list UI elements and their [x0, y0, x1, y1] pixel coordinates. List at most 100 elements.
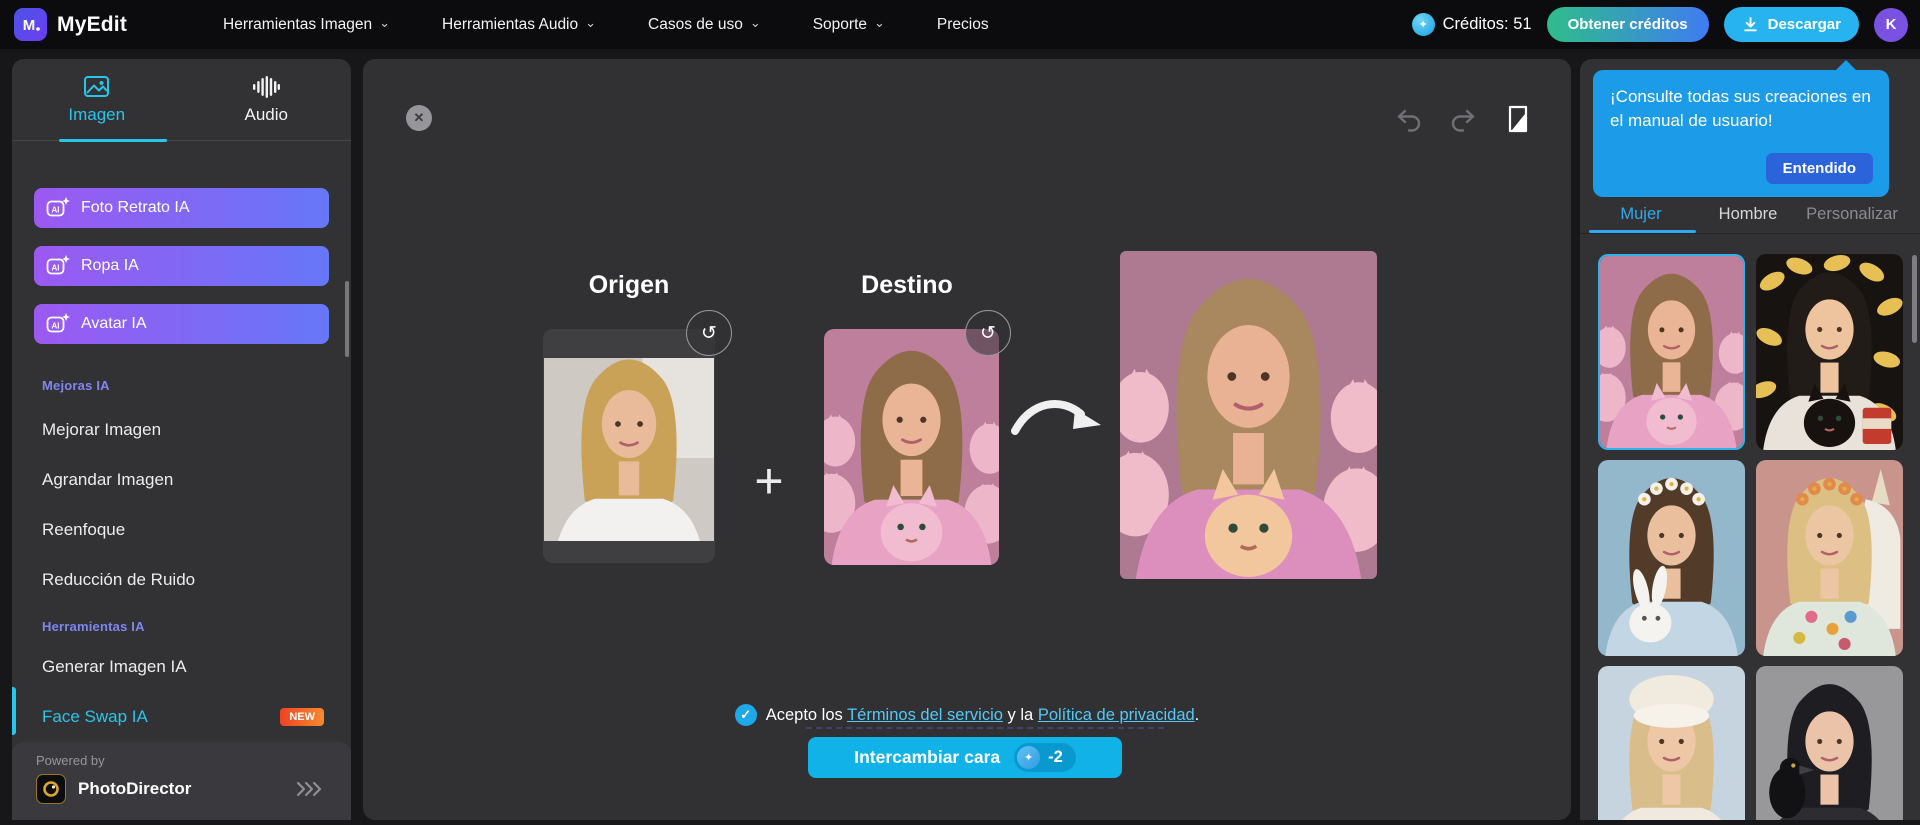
- tab-personalizar[interactable]: Personalizar: [1802, 205, 1902, 224]
- reset-source-icon[interactable]: ↺: [686, 310, 732, 356]
- foto-retrato-ia-button[interactable]: AI Foto Retrato IA: [34, 188, 329, 228]
- reset-target-icon[interactable]: ↺: [965, 310, 1011, 356]
- active-item-indicator: [12, 687, 16, 735]
- template-thumbnail[interactable]: [1598, 460, 1745, 656]
- template-thumbnail[interactable]: [1756, 666, 1903, 820]
- result-arrow-icon: [1011, 400, 1101, 435]
- myedit-app: M MyEdit Herramientas Imagen ⌄ Herramien…: [0, 0, 1920, 825]
- terms-link[interactable]: Términos del servicio: [847, 706, 1003, 724]
- sidebar-item-face-swap-ia[interactable]: Face Swap IA NEW: [12, 692, 351, 742]
- redo-icon[interactable]: [1449, 107, 1477, 135]
- menu-casos-de-uso[interactable]: Casos de uso ⌄: [648, 16, 761, 34]
- sidebar-item-generar-imagen-ia[interactable]: Generar Imagen IA: [12, 642, 351, 692]
- credit-cost: -2: [1048, 748, 1063, 766]
- tab-audio-label: Audio: [244, 104, 288, 124]
- section-mejoras-ia: Mejoras IA: [42, 378, 110, 393]
- templates-scrollbar[interactable]: [1912, 255, 1917, 343]
- user-avatar[interactable]: K: [1874, 7, 1908, 42]
- herramientas-list: Generar Imagen IA Face Swap IA NEW: [12, 642, 351, 742]
- audio-waveform-icon: [253, 75, 281, 98]
- compare-icon[interactable]: [1503, 104, 1533, 134]
- download-button[interactable]: Descargar: [1723, 7, 1859, 42]
- navbar-right: ✦ Créditos: 51 Obtener créditos Descarga…: [1411, 7, 1908, 42]
- main-menu: Herramientas Imagen ⌄ Herramientas Audio…: [223, 16, 989, 34]
- entendido-button[interactable]: Entendido: [1765, 153, 1873, 184]
- consent-text: Acepto los Términos del servicio y la Po…: [765, 705, 1200, 724]
- plus-icon: +: [754, 453, 784, 509]
- source-image-card[interactable]: [543, 329, 715, 563]
- swap-face-button[interactable]: Intercambiar cara ✦ -2: [808, 737, 1122, 778]
- tooltip-text: ¡Consulte todas sus creaciones en el man…: [1610, 87, 1871, 131]
- chevron-down-icon: ⌄: [585, 15, 597, 30]
- result-image: [1120, 251, 1377, 579]
- svg-text:AI: AI: [52, 322, 60, 331]
- user-manual-tooltip: ¡Consulte todas sus creaciones en el man…: [1593, 60, 1889, 197]
- template-thumbnail[interactable]: [1756, 460, 1903, 656]
- mejoras-list: Mejorar Imagen Agrandar Imagen Reenfoque…: [12, 405, 351, 605]
- top-navbar: M MyEdit Herramientas Imagen ⌄ Herramien…: [0, 0, 1920, 49]
- credit-gem-icon: ✦: [1411, 13, 1435, 36]
- svg-text:AI: AI: [52, 206, 60, 215]
- tab-hombre[interactable]: Hombre: [1708, 205, 1788, 224]
- sidebar-item-mejorar-imagen[interactable]: Mejorar Imagen: [12, 405, 351, 455]
- svg-text:AI: AI: [52, 264, 60, 273]
- sidebar-item-reduccion-ruido[interactable]: Reducción de Ruido: [12, 555, 351, 605]
- menu-precios[interactable]: Precios: [937, 16, 989, 34]
- photodirector-link[interactable]: PhotoDirector: [36, 774, 327, 804]
- chevron-down-icon: ⌄: [874, 15, 885, 30]
- ai-badge-icon: AI: [46, 197, 70, 217]
- credits-status: ✦ Créditos: 51: [1411, 13, 1532, 36]
- avatar-ia-button[interactable]: AI Avatar IA: [34, 304, 329, 344]
- photodirector-name: PhotoDirector: [78, 779, 192, 798]
- template-thumbnail[interactable]: [1598, 666, 1745, 820]
- myedit-logo-icon: M: [14, 8, 47, 41]
- sidebar-item-agrandar-imagen[interactable]: Agrandar Imagen: [12, 455, 351, 505]
- close-icon[interactable]: ✕: [406, 105, 432, 131]
- consent-checkbox[interactable]: ✓: [734, 704, 757, 726]
- chevron-down-icon: ⌄: [379, 15, 390, 30]
- tab-imagen-label: Imagen: [68, 104, 126, 124]
- menu-herramientas-imagen[interactable]: Herramientas Imagen ⌄: [223, 16, 390, 34]
- credit-cost-chip: ✦ -2: [1014, 743, 1076, 772]
- editor-canvas: ✕ Origen Destino ↺ + ↺ ✓ Acepto los Térm…: [363, 59, 1571, 820]
- consent-row: ✓ Acepto los Términos del servicio y la …: [363, 704, 1571, 726]
- templates-panel: Mujer Hombre Personalizar ¡Consulte toda…: [1580, 59, 1920, 820]
- source-image: [544, 358, 714, 541]
- sidebar-scrollbar[interactable]: [345, 281, 349, 357]
- brand[interactable]: M MyEdit: [14, 8, 127, 41]
- template-thumbnail[interactable]: [1756, 254, 1903, 450]
- template-grid: [1598, 254, 1904, 820]
- sidebar-tabs: Imagen Audio: [12, 59, 352, 142]
- ai-badge-icon: AI: [46, 313, 70, 333]
- powered-by-label: Powered by: [36, 753, 105, 768]
- left-sidebar: Imagen Audio AI Foto Retrato IA AI Ropa …: [12, 59, 351, 820]
- powered-by-section: Powered by PhotoDirector: [12, 742, 351, 820]
- image-icon: [84, 75, 110, 97]
- tooltip-caret: [1835, 60, 1857, 71]
- active-tab-underline: [59, 139, 167, 142]
- tab-audio[interactable]: Audio: [182, 59, 352, 140]
- tab-imagen[interactable]: Imagen: [12, 59, 182, 140]
- credits-count: Créditos: 51: [1442, 15, 1532, 33]
- section-herramientas-ia: Herramientas IA: [42, 619, 145, 634]
- get-credits-button[interactable]: Obtener créditos: [1546, 7, 1709, 42]
- menu-soporte[interactable]: Soporte ⌄: [813, 16, 885, 34]
- tabs-divider: [1580, 233, 1920, 234]
- undo-icon[interactable]: [1395, 107, 1423, 135]
- ai-feature-buttons: AI Foto Retrato IA AI Ropa IA AI Avatar …: [12, 141, 351, 344]
- privacy-link[interactable]: Política de privacidad: [1038, 706, 1195, 724]
- ropa-ia-button[interactable]: AI Ropa IA: [34, 246, 329, 286]
- dashed-divider: [806, 727, 1164, 729]
- sidebar-item-reenfoque[interactable]: Reenfoque: [12, 505, 351, 555]
- new-badge: NEW: [280, 708, 324, 726]
- triple-chevron-icon: [296, 781, 322, 797]
- target-image-card[interactable]: [824, 329, 999, 565]
- photodirector-logo-icon: [36, 774, 66, 804]
- tab-mujer[interactable]: Mujer: [1608, 205, 1674, 224]
- target-label: Destino: [861, 271, 953, 299]
- menu-herramientas-audio[interactable]: Herramientas Audio ⌄: [442, 16, 596, 34]
- credit-gem-icon: ✦: [1017, 746, 1041, 769]
- brand-name: MyEdit: [57, 12, 128, 36]
- download-icon: [1743, 17, 1757, 32]
- template-thumbnail-selected[interactable]: [1598, 254, 1745, 450]
